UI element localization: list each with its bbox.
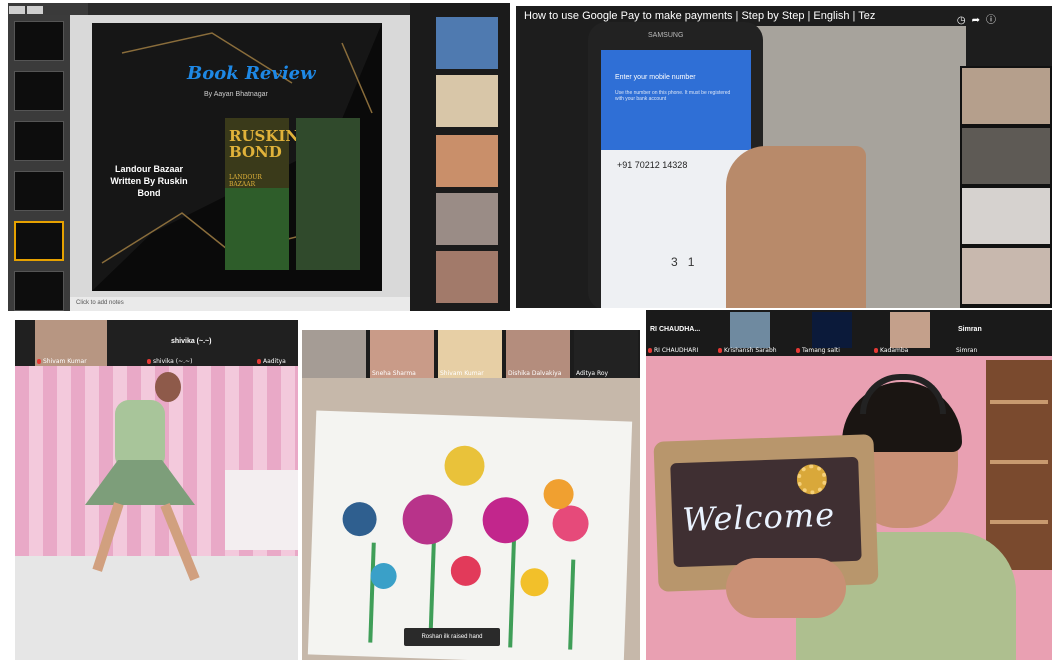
clock-icon[interactable]: ◷ <box>957 15 972 26</box>
participant-tile[interactable] <box>962 188 1050 244</box>
presentation-panel: Book Review By Aayan Bhatnagar Landour B… <box>8 3 510 311</box>
screen-subtext: Use the number on this phone. It must be… <box>615 90 731 102</box>
toolbar <box>8 3 88 15</box>
headset-icon <box>860 374 946 414</box>
participant-strip: Sneha Sharma Shivam Kumar Dishika Dalvak… <box>302 330 640 378</box>
participant-name: shivika (~.~) <box>171 338 212 345</box>
participant-name: RI CHAUDHA... <box>650 326 701 333</box>
book-back-image <box>296 118 360 270</box>
dancer-head <box>155 372 181 402</box>
flower-decoration <box>796 463 828 495</box>
participant-tile[interactable] <box>436 251 498 303</box>
participant-tile[interactable] <box>962 128 1050 184</box>
participant-tile[interactable] <box>302 330 366 378</box>
book-cover-image: RUSKIN BOND LANDOUR BAZAAR <box>225 118 299 270</box>
video-panel: SAMSUNG Enter your mobile number Use the… <box>516 6 1052 308</box>
slide-body: Landour Bazaar Written By Ruskin Bond <box>104 163 194 199</box>
participant-tile[interactable] <box>436 17 498 69</box>
slide-author: By Aayan Bhatnagar <box>204 91 268 98</box>
painting-image <box>307 410 633 660</box>
dance-panel: Shivam Kumar shivika (~.~) shivika (~.~)… <box>15 320 298 660</box>
participant-strip: Shivam Kumar shivika (~.~) shivika (~.~)… <box>15 320 298 366</box>
phone-number-field: +91 70212 14328 <box>617 160 688 170</box>
share-icon[interactable]: ➦ <box>972 15 986 26</box>
participant-tile[interactable]: Shivam Kumar <box>35 320 107 366</box>
participant-tile[interactable] <box>730 312 770 348</box>
book-title: RUSKIN BOND <box>229 127 300 161</box>
dancer <box>115 400 165 470</box>
slide-body-line: Landour Bazaar <box>114 164 183 174</box>
participant-tile[interactable]: Sneha Sharma <box>370 330 434 378</box>
participant-tile[interactable]: Shivam Kumar <box>438 330 502 378</box>
participant-tile[interactable] <box>962 68 1050 124</box>
participant-tile[interactable] <box>436 75 498 127</box>
tab-file[interactable] <box>9 6 25 14</box>
phone-brand: SAMSUNG <box>648 32 684 39</box>
slide-canvas[interactable]: Book Review By Aayan Bhatnagar Landour B… <box>92 23 382 291</box>
slide-body-line: Bond <box>137 188 161 198</box>
video-controls: ◷➦ⓘ <box>957 11 1002 26</box>
info-icon[interactable]: ⓘ <box>986 15 1002 26</box>
participant-gallery <box>410 3 510 311</box>
tab-home[interactable] <box>27 6 43 14</box>
keypad: 3 1 <box>671 255 695 269</box>
participant-tile[interactable] <box>436 193 498 245</box>
painting-panel: Sneha Sharma Shivam Kumar Dishika Dalvak… <box>302 330 640 660</box>
slide-body-line: Written By Ruskin <box>110 176 188 186</box>
screen-heading: Enter your mobile number <box>615 74 696 81</box>
participant-tile[interactable] <box>890 312 930 348</box>
slide-thumbnails <box>8 15 70 311</box>
participant-tile[interactable] <box>812 312 852 348</box>
participant-tile[interactable] <box>962 248 1050 304</box>
participant-name: Simran <box>958 326 982 333</box>
floor <box>15 556 298 660</box>
slide-thumb[interactable] <box>14 171 64 211</box>
book-subtitle: LANDOUR BAZAAR <box>229 174 262 188</box>
participant-tile[interactable]: Aaditya <box>255 320 298 366</box>
slide-editor: Book Review By Aayan Bhatnagar Landour B… <box>70 15 410 311</box>
shelf <box>986 360 1052 570</box>
notes-bar[interactable]: Click to add notes <box>70 297 410 311</box>
slide-thumb[interactable] <box>14 271 64 311</box>
participant-tile[interactable]: shivika (~.~) shivika (~.~) <box>145 320 245 366</box>
slide-thumb[interactable] <box>14 21 64 61</box>
cabinet <box>225 470 298 550</box>
participant-tile[interactable] <box>436 135 498 187</box>
hand-image <box>726 558 846 618</box>
slide-thumb[interactable] <box>14 121 64 161</box>
participant-gallery <box>960 66 1052 308</box>
board-text: Welcome <box>681 495 836 539</box>
participant-tile[interactable]: Dishika Dalvakiya <box>506 330 570 378</box>
welcome-panel: Welcome RI CHAUDHA... Simran RI CHAUDHAR… <box>646 310 1052 660</box>
slide-thumb-selected[interactable] <box>14 221 64 261</box>
video-title[interactable]: How to use Google Pay to make payments |… <box>524 10 875 22</box>
slide-title: Book Review <box>187 63 316 84</box>
participant-tile[interactable]: Aditya Roy <box>574 330 638 378</box>
hand-image <box>726 146 866 308</box>
raised-hand-toast: Roshan ilk raised hand <box>404 628 500 646</box>
participant-strip: RI CHAUDHA... Simran RI CHAUDHARI Krisha… <box>646 310 1052 356</box>
slide-thumb[interactable] <box>14 71 64 111</box>
